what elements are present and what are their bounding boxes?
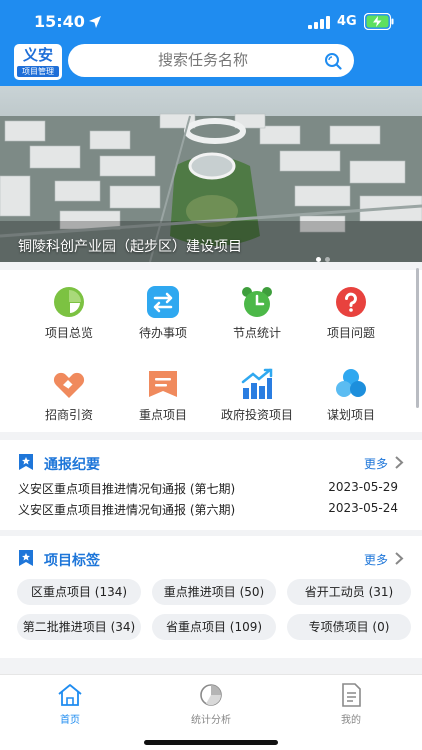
logo-main-text: 义安 xyxy=(22,46,53,64)
menu-item-node-stats[interactable]: 节点统计 xyxy=(207,286,307,356)
menu-item-investment[interactable]: 招商引资 xyxy=(19,368,119,438)
project-banner[interactable]: 铜陵科创产业园（起步区）建设项目 xyxy=(0,86,422,262)
banner-dot-2[interactable] xyxy=(325,257,330,262)
reports-more-link[interactable]: 更多 xyxy=(364,455,388,472)
handshake-icon xyxy=(53,372,85,398)
scrollbar-thumb[interactable] xyxy=(416,268,419,408)
search-bar[interactable]: 搜索任务名称 xyxy=(68,44,354,77)
battery-charging-icon xyxy=(364,13,394,30)
report-date: 2023-05-24 xyxy=(328,501,398,515)
menu-item-gov-investment[interactable]: 政府投资项目 xyxy=(207,368,307,438)
tab-label: 统计分析 xyxy=(191,715,231,726)
menu-label: 项目问题 xyxy=(326,326,375,340)
tag-chip[interactable]: 省重点项目 (109) xyxy=(152,614,276,640)
clover-icon xyxy=(336,369,366,397)
tab-home[interactable]: 首页 xyxy=(20,683,120,729)
menu-item-project-issues[interactable]: 项目问题 xyxy=(301,286,401,356)
menu-label: 政府投资项目 xyxy=(220,408,293,422)
menu-label: 重点项目 xyxy=(138,408,187,422)
report-title[interactable]: 义安区重点项目推进情况旬通报 (第七期) xyxy=(18,480,235,497)
question-icon xyxy=(336,287,366,317)
tag-chip[interactable]: 重点推进项目 (50) xyxy=(152,579,276,605)
banner-dot-1[interactable] xyxy=(316,257,321,262)
tag-chip[interactable]: 区重点项目 (134) xyxy=(17,579,141,605)
app-header: 15:40 4G 义安 项目管理 搜索任务名称 xyxy=(0,0,422,86)
bookmark-star-icon xyxy=(19,550,33,566)
search-icon[interactable] xyxy=(324,52,342,70)
tab-profile[interactable]: 我的 xyxy=(301,683,401,729)
report-date: 2023-05-29 xyxy=(328,480,398,494)
menu-label: 谋划项目 xyxy=(326,408,375,422)
tab-label: 首页 xyxy=(60,715,80,726)
menu-label: 待办事项 xyxy=(138,326,187,340)
section-title: 通报纪要 xyxy=(44,457,100,473)
menu-label: 项目总览 xyxy=(44,326,93,340)
menu-item-todo[interactable]: 待办事项 xyxy=(113,286,213,356)
reports-section: 通报纪要 更多 义安区重点项目推进情况旬通报 (第七期) 2023-05-29 … xyxy=(0,440,422,530)
chevron-right-icon[interactable] xyxy=(394,552,404,565)
home-indicator[interactable] xyxy=(144,740,278,745)
menu-label: 招商引资 xyxy=(44,408,93,422)
key-project-icon xyxy=(149,371,177,397)
tab-label: 我的 xyxy=(341,715,361,726)
report-title[interactable]: 义安区重点项目推进情况旬通报 (第六期) xyxy=(18,501,235,518)
tags-more-link[interactable]: 更多 xyxy=(364,551,388,568)
alarm-clock-icon xyxy=(242,287,272,317)
status-bar: 15:40 4G xyxy=(0,0,422,44)
location-arrow-icon xyxy=(89,16,101,28)
home-icon xyxy=(58,684,82,706)
banner-caption: 铜陵科创产业园（起步区）建设项目 xyxy=(18,239,242,255)
menu-item-planning[interactable]: 谋划项目 xyxy=(301,368,401,438)
menu-item-project-overview[interactable]: 项目总览 xyxy=(19,286,119,356)
profile-document-icon xyxy=(342,683,361,707)
banner-pagination[interactable] xyxy=(312,247,330,262)
section-divider xyxy=(0,666,422,674)
report-item[interactable]: 义安区重点项目推进情况旬通报 (第七期) 2023-05-29 xyxy=(18,480,398,498)
menu-item-key-projects[interactable]: 重点项目 xyxy=(113,368,213,438)
report-item[interactable]: 义安区重点项目推进情况旬通报 (第六期) 2023-05-24 xyxy=(18,501,398,519)
pie-chart-icon xyxy=(54,287,84,317)
bar-growth-icon xyxy=(241,368,273,399)
status-time: 15:40 xyxy=(34,12,85,31)
swap-arrows-icon xyxy=(147,286,179,318)
menu-label: 节点统计 xyxy=(232,326,281,340)
bookmark-star-icon xyxy=(19,454,33,470)
network-type: 4G xyxy=(337,14,357,29)
chevron-right-icon[interactable] xyxy=(394,456,404,469)
section-title: 项目标签 xyxy=(44,553,100,569)
app-logo: 义安 项目管理 xyxy=(14,44,62,80)
logo-sub-text: 项目管理 xyxy=(17,66,59,77)
statistics-icon xyxy=(200,684,222,706)
tag-chip[interactable]: 省开工动员 (31) xyxy=(287,579,411,605)
tag-chip[interactable]: 第二批推进项目 (34) xyxy=(17,614,141,640)
tag-chip[interactable]: 专项债项目 (0) xyxy=(287,614,411,640)
tab-statistics[interactable]: 统计分析 xyxy=(161,683,261,729)
tags-section: 项目标签 更多 区重点项目 (134) 重点推进项目 (50) 省开工动员 (3… xyxy=(0,536,422,658)
search-placeholder[interactable]: 搜索任务名称 xyxy=(68,44,338,77)
bottom-tab-bar: 首页 统计分析 我的 xyxy=(0,674,422,750)
function-menu: 项目总览 待办事项 节点统计 项目问题 招商引资 重点项目 政府投资项目 谋划项… xyxy=(0,270,422,432)
cellular-signal-icon xyxy=(308,16,330,29)
